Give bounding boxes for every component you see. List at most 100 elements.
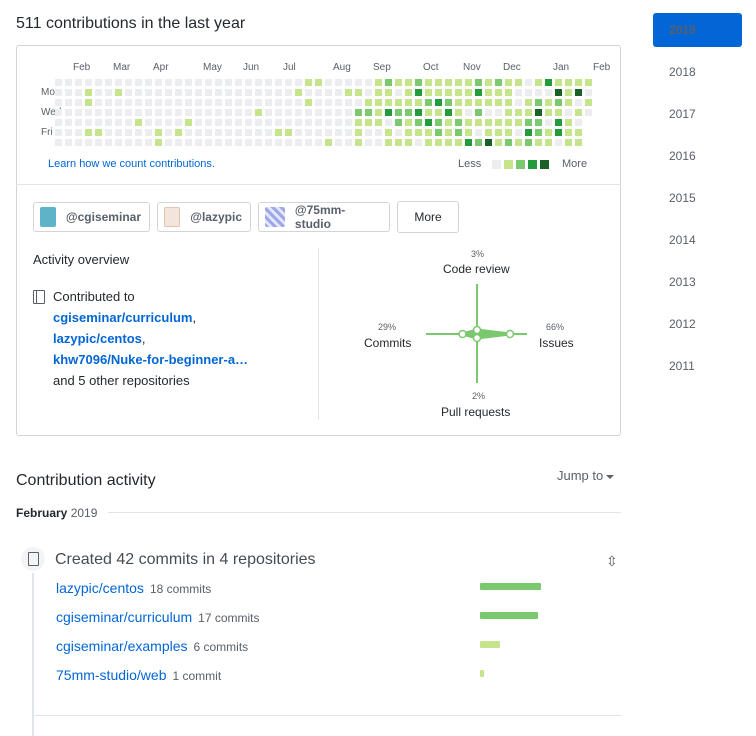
contribution-day[interactable] [345, 109, 352, 116]
contribution-day[interactable] [555, 109, 562, 116]
contribution-day[interactable] [405, 109, 412, 116]
contribution-day[interactable] [405, 129, 412, 136]
contribution-day[interactable] [355, 109, 362, 116]
contribution-day[interactable] [195, 99, 202, 106]
contribution-day[interactable] [585, 89, 592, 96]
contribution-day[interactable] [165, 129, 172, 136]
year-link-2015[interactable]: 2015 [669, 191, 696, 205]
contribution-day[interactable] [155, 79, 162, 86]
contribution-day[interactable] [115, 129, 122, 136]
contribution-day[interactable] [65, 79, 72, 86]
contribution-day[interactable] [375, 109, 382, 116]
contribution-day[interactable] [55, 119, 62, 126]
contribution-day[interactable] [445, 139, 452, 146]
contribution-day[interactable] [355, 119, 362, 126]
contribution-day[interactable] [285, 129, 292, 136]
contribution-day[interactable] [205, 109, 212, 116]
contribution-day[interactable] [65, 129, 72, 136]
contribution-day[interactable] [195, 139, 202, 146]
contribution-day[interactable] [395, 119, 402, 126]
contribution-day[interactable] [565, 109, 572, 116]
contribution-day[interactable] [125, 119, 132, 126]
contribution-day[interactable] [545, 139, 552, 146]
contribution-day[interactable] [335, 129, 342, 136]
contribution-day[interactable] [85, 89, 92, 96]
contribution-day[interactable] [55, 79, 62, 86]
contribution-day[interactable] [65, 109, 72, 116]
contribution-day[interactable] [285, 119, 292, 126]
contribution-day[interactable] [565, 79, 572, 86]
contribution-day[interactable] [495, 109, 502, 116]
commit-count[interactable]: 17 commits [198, 611, 259, 625]
contribution-day[interactable] [455, 139, 462, 146]
contribution-day[interactable] [445, 79, 452, 86]
contribution-day[interactable] [135, 109, 142, 116]
contribution-day[interactable] [455, 89, 462, 96]
contribution-day[interactable] [585, 109, 592, 116]
contribution-day[interactable] [425, 99, 432, 106]
contribution-day[interactable] [165, 99, 172, 106]
contribution-day[interactable] [545, 109, 552, 116]
contribution-day[interactable] [385, 89, 392, 96]
contribution-day[interactable] [295, 129, 302, 136]
contribution-day[interactable] [395, 109, 402, 116]
contribution-day[interactable] [445, 119, 452, 126]
contribution-day[interactable] [95, 119, 102, 126]
contribution-day[interactable] [315, 139, 322, 146]
contribution-day[interactable] [225, 89, 232, 96]
contribution-day[interactable] [495, 79, 502, 86]
contribution-day[interactable] [85, 99, 92, 106]
contribution-day[interactable] [325, 89, 332, 96]
contribution-day[interactable] [475, 139, 482, 146]
contribution-day[interactable] [545, 89, 552, 96]
contribution-day[interactable] [165, 79, 172, 86]
contribution-day[interactable] [455, 79, 462, 86]
contribution-day[interactable] [335, 99, 342, 106]
contribution-day[interactable] [475, 99, 482, 106]
contribution-day[interactable] [215, 139, 222, 146]
contribution-day[interactable] [145, 139, 152, 146]
contribution-day[interactable] [115, 79, 122, 86]
contribution-day[interactable] [405, 99, 412, 106]
contribution-day[interactable] [485, 99, 492, 106]
contribution-day[interactable] [445, 99, 452, 106]
contribution-day[interactable] [245, 109, 252, 116]
contribution-day[interactable] [525, 129, 532, 136]
contribution-day[interactable] [165, 89, 172, 96]
contribution-day[interactable] [215, 89, 222, 96]
contribution-day[interactable] [255, 109, 262, 116]
contribution-day[interactable] [235, 129, 242, 136]
contribution-day[interactable] [545, 79, 552, 86]
contribution-day[interactable] [435, 139, 442, 146]
contribution-day[interactable] [575, 109, 582, 116]
contribution-day[interactable] [335, 109, 342, 116]
contribution-day[interactable] [335, 139, 342, 146]
contribution-day[interactable] [375, 139, 382, 146]
contribution-day[interactable] [225, 99, 232, 106]
contribution-day[interactable] [505, 99, 512, 106]
contribution-day[interactable] [545, 119, 552, 126]
contribution-day[interactable] [175, 89, 182, 96]
contribution-day[interactable] [325, 79, 332, 86]
contribution-day[interactable] [285, 109, 292, 116]
contribution-day[interactable] [365, 99, 372, 106]
contribution-day[interactable] [355, 99, 362, 106]
contribution-day[interactable] [265, 79, 272, 86]
contribution-day[interactable] [505, 129, 512, 136]
contribution-day[interactable] [325, 139, 332, 146]
contribution-day[interactable] [525, 109, 532, 116]
contribution-day[interactable] [385, 119, 392, 126]
contribution-day[interactable] [275, 129, 282, 136]
contribution-day[interactable] [465, 139, 472, 146]
contribution-day[interactable] [215, 99, 222, 106]
year-link-2016[interactable]: 2016 [669, 149, 696, 163]
contribution-day[interactable] [275, 139, 282, 146]
contribution-day[interactable] [295, 139, 302, 146]
contribution-day[interactable] [285, 139, 292, 146]
contribution-day[interactable] [75, 89, 82, 96]
contribution-day[interactable] [115, 99, 122, 106]
contribution-day[interactable] [205, 129, 212, 136]
contribution-day[interactable] [265, 119, 272, 126]
contribution-day[interactable] [405, 139, 412, 146]
contribution-day[interactable] [195, 89, 202, 96]
